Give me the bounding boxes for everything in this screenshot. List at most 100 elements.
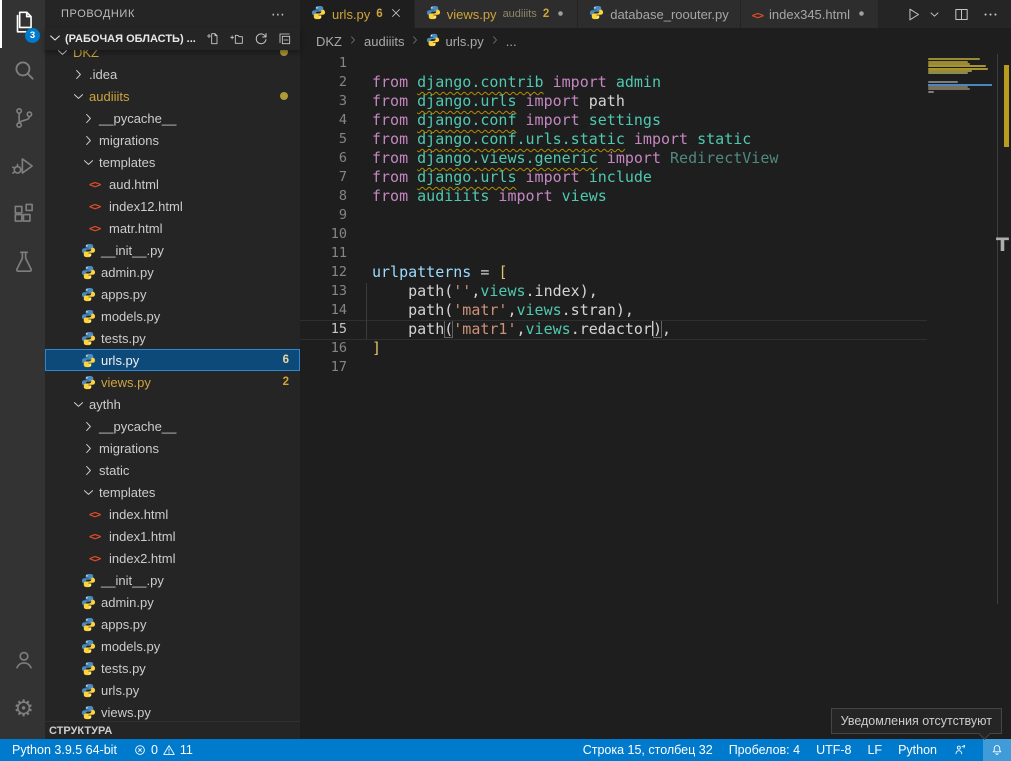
split-editor-button[interactable] — [953, 6, 970, 23]
tree-item-templates[interactable]: templates — [45, 151, 300, 173]
tree-item-migrations[interactable]: migrations — [45, 129, 300, 151]
minimap[interactable] — [928, 56, 994, 196]
tree-item-templates[interactable]: templates — [45, 481, 300, 503]
tree-item-views.py[interactable]: views.py — [45, 701, 300, 721]
tree-item-index12.html[interactable]: <>index12.html — [45, 195, 300, 217]
tree-item-tests.py[interactable]: tests.py — [45, 327, 300, 349]
minimap-current-line — [928, 84, 992, 86]
tree-item-__pycache__[interactable]: __pycache__ — [45, 415, 300, 437]
more-actions-icon[interactable]: ⋯ — [271, 6, 286, 23]
code-line-9[interactable]: 9 — [300, 206, 1011, 225]
tree-item-models.py[interactable]: models.py — [45, 305, 300, 327]
refresh-icon[interactable] — [252, 30, 270, 48]
new-file-icon[interactable] — [204, 30, 222, 48]
tree-item-label: migrations — [99, 133, 159, 148]
code-line-5[interactable]: 5from django.conf.urls.static import sta… — [300, 130, 1011, 149]
tree-item-label: index.html — [109, 507, 168, 522]
tree-item-__init__.py[interactable]: __init__.py — [45, 239, 300, 261]
tab-views.py[interactable]: views.pyaudiiits2 — [415, 0, 579, 28]
tree-item-DKZ[interactable]: DKZ — [45, 50, 300, 63]
breadcrumb-item[interactable]: urls.py — [445, 34, 483, 49]
activitybar-testing[interactable] — [0, 240, 45, 288]
activitybar-extensions[interactable] — [0, 192, 45, 240]
more-actions-icon[interactable] — [982, 6, 999, 23]
activitybar-source-control[interactable] — [0, 96, 45, 144]
tab-index345.html[interactable]: <>index345.html — [741, 0, 879, 28]
outline-section-header[interactable]: СТРУКТУРА — [45, 721, 300, 739]
tree-item-admin.py[interactable]: admin.py — [45, 591, 300, 613]
tab-urls.py[interactable]: urls.py6 — [300, 0, 415, 28]
tree-item-label: audiiits — [89, 89, 129, 104]
tree-item-audiiits[interactable]: audiiits — [45, 85, 300, 107]
activitybar-account[interactable] — [0, 637, 45, 685]
activitybar-run-debug[interactable] — [0, 144, 45, 192]
code-line-6[interactable]: 6from django.views.generic import Redire… — [300, 149, 1011, 168]
tree-item-static[interactable]: static — [45, 459, 300, 481]
tree-item-urls.py[interactable]: urls.py6 — [45, 349, 300, 371]
tree-item-matr.html[interactable]: <>matr.html — [45, 217, 300, 239]
tree-item-tests.py[interactable]: tests.py — [45, 657, 300, 679]
python-interpreter-item[interactable]: Python 3.9.5 64-bit — [12, 739, 117, 761]
code-line-16[interactable]: 16] — [300, 339, 1011, 358]
tree-item-urls.py[interactable]: urls.py — [45, 679, 300, 701]
encoding-label: UTF-8 — [816, 743, 851, 757]
run-dropdown-icon[interactable] — [934, 8, 941, 21]
tree-item-aythh[interactable]: aythh — [45, 393, 300, 415]
code-line-17[interactable]: 17 — [300, 358, 1011, 377]
language-mode-item[interactable]: Python — [898, 739, 937, 761]
tree-item-migrations[interactable]: migrations — [45, 437, 300, 459]
python-icon — [589, 5, 604, 23]
code-line-4[interactable]: 4from django.conf import settings — [300, 111, 1011, 130]
code-line-14[interactable]: 14 path('matr',views.stran), — [300, 301, 1011, 320]
py-file-icon — [81, 353, 101, 368]
tree-item-aud.html[interactable]: <>aud.html — [45, 173, 300, 195]
tree-item-__init__.py[interactable]: __init__.py — [45, 569, 300, 591]
chevron-down-icon — [81, 485, 99, 500]
problems-item[interactable]: 0 11 — [133, 739, 193, 761]
line-number: 3 — [300, 92, 347, 111]
activitybar-explorer[interactable]: 3 — [0, 0, 45, 48]
tree-item-label: templates — [99, 485, 155, 500]
cursor-position-item[interactable]: Строка 15, столбец 32 — [583, 739, 713, 761]
collapse-all-icon[interactable] — [276, 30, 294, 48]
breadcrumb-item[interactable]: ... — [506, 34, 517, 49]
breadcrumb-item[interactable]: DKZ — [316, 34, 342, 49]
tree-item-models.py[interactable]: models.py — [45, 635, 300, 657]
eol-item[interactable]: LF — [867, 739, 882, 761]
new-folder-icon[interactable] — [228, 30, 246, 48]
code-line-2[interactable]: 2from django.contrib import admin — [300, 73, 1011, 92]
tree-item-index2.html[interactable]: <>index2.html — [45, 547, 300, 569]
code-line-12[interactable]: 12urlpatterns = [ — [300, 263, 1011, 282]
indentation-item[interactable]: Пробелов: 4 — [729, 739, 800, 761]
tree-item-apps.py[interactable]: apps.py — [45, 613, 300, 635]
code-line-15[interactable]: 15 path('matr1',views.redactor), — [300, 320, 1011, 339]
tree-item-views.py[interactable]: views.py2 — [45, 371, 300, 393]
tree-item-admin.py[interactable]: admin.py — [45, 261, 300, 283]
feedback-icon — [953, 743, 967, 757]
tree-item-label: __init__.py — [101, 243, 164, 258]
code-line-1[interactable]: 1 — [300, 54, 1011, 73]
tree-item-.idea[interactable]: .idea — [45, 63, 300, 85]
code-line-10[interactable]: 10 — [300, 225, 1011, 244]
code-line-7[interactable]: 7from django.urls import include — [300, 168, 1011, 187]
tree-item-index1.html[interactable]: <>index1.html — [45, 525, 300, 547]
code-line-11[interactable]: 11 — [300, 244, 1011, 263]
tree-item-index.html[interactable]: <>index.html — [45, 503, 300, 525]
tab-database_roouter.py[interactable]: database_roouter.py — [578, 0, 741, 28]
activitybar-settings[interactable]: ⚙ — [0, 685, 45, 733]
run-button[interactable] — [905, 6, 922, 23]
workspace-section-header[interactable]: (РАБОЧАЯ ОБЛАСТЬ) ... — [45, 28, 300, 50]
notifications-bell-item[interactable] — [983, 739, 1011, 761]
tree-item-label: models.py — [101, 309, 160, 324]
encoding-item[interactable]: UTF-8 — [816, 739, 851, 761]
activitybar-search[interactable] — [0, 48, 45, 96]
feedback-item[interactable] — [953, 739, 967, 761]
tree-item-__pycache__[interactable]: __pycache__ — [45, 107, 300, 129]
code-line-13[interactable]: 13 path('',views.index), — [300, 282, 1011, 301]
tree-item-apps.py[interactable]: apps.py — [45, 283, 300, 305]
breadcrumb-item[interactable]: audiiits — [364, 34, 404, 49]
code-editor[interactable]: 12from django.contrib import admin3from … — [300, 54, 1011, 739]
code-line-3[interactable]: 3from django.urls import path — [300, 92, 1011, 111]
close-icon[interactable] — [389, 6, 403, 23]
code-line-8[interactable]: 8from audiiits import views — [300, 187, 1011, 206]
